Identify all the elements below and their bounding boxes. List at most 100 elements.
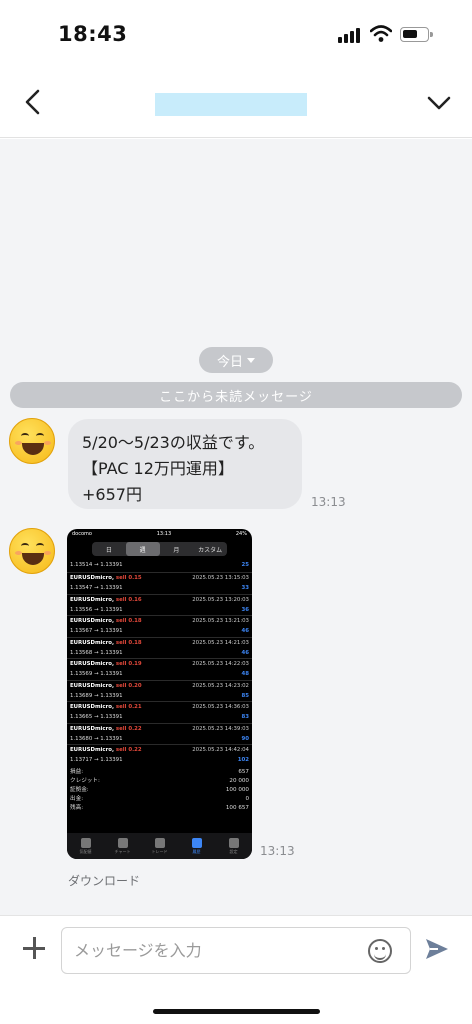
screenshot-status-bar: docomo 13:13 24%: [67, 529, 252, 539]
trade-side: sell 0.22: [115, 725, 142, 732]
chat-header: [0, 66, 472, 138]
trade-prices: 1.13665 → 1.13391: [70, 714, 123, 720]
message-list[interactable]: 今日 ここから未読メッセージ 5/20〜5/23の収益です。 【PAC 12万円…: [0, 139, 472, 915]
screenshot-carrier: docomo: [72, 531, 92, 537]
trade-side: sell 0.21: [115, 704, 142, 710]
message-bubble[interactable]: 5/20〜5/23の収益です。 【PAC 12万円運用】 +657円: [68, 419, 302, 509]
cellular-signal-icon: [338, 28, 364, 43]
image-attachment[interactable]: docomo 13:13 24% 日 週 月 カスタム 1.13514 → 1.…: [67, 529, 252, 859]
screenshot-tab-label: 履歴: [192, 848, 201, 854]
trade-profit: 48: [241, 671, 249, 677]
summary-row: クレジット: 20 000: [70, 777, 249, 786]
tab-icon: [228, 837, 239, 848]
wifi-icon: [370, 25, 392, 42]
trade-datetime: 2025.05.23 14:42:04: [192, 747, 249, 753]
trade-row: EURUSDmicro, sell 0.19 2025.05.23 14:22:0…: [67, 658, 252, 680]
message-field[interactable]: [61, 927, 411, 974]
screenshot-tab: トレード: [141, 833, 178, 859]
trade-side: sell 0.16: [115, 596, 142, 603]
screenshot-tab-label: トレード: [151, 848, 168, 854]
trade-prices: 1.13689 → 1.13391: [70, 692, 123, 699]
trade-profit: 90: [241, 735, 249, 742]
battery-icon: [400, 27, 433, 42]
trade-profit: 36: [241, 606, 249, 613]
tab-icon: [191, 837, 202, 848]
message-timestamp: 13:13: [260, 844, 295, 858]
trade-prices: 1.13514 → 1.13391: [70, 562, 123, 568]
message-line: 【PAC 12万円運用】: [82, 459, 234, 478]
download-link[interactable]: ダウンロード: [68, 872, 140, 889]
trade-profit: 83: [241, 714, 249, 720]
tab-icon: [154, 837, 165, 848]
summary-label: 出金:: [70, 795, 84, 802]
trade-prices: 1.13568 → 1.13391: [70, 649, 123, 656]
screenshot-tab: 履歴: [178, 833, 215, 859]
trade-symbol: EURUSDmicro,: [70, 704, 115, 710]
summary-label: 証拠金:: [70, 786, 89, 793]
trade-datetime: 2025.05.23 13:15:03: [192, 575, 249, 581]
trade-datetime: 2025.05.23 14:21:03: [192, 639, 249, 646]
trade-datetime: 2025.05.23 14:36:03: [192, 704, 249, 710]
trade-prices: 1.13569 → 1.13391: [70, 671, 123, 677]
chevron-left-icon[interactable]: [18, 86, 48, 118]
screenshot-tab-label: チャート: [114, 848, 131, 854]
date-chip[interactable]: 今日: [199, 347, 273, 373]
plus-icon[interactable]: [22, 936, 46, 960]
status-time: 18:43: [58, 22, 128, 46]
trade-datetime: 2025.05.23 14:39:03: [192, 725, 249, 732]
account-summary: 損益: 657 クレジット: 20 000 証拠金: 100 000 出金: 0 残高: 100 …: [67, 766, 252, 815]
trade-datetime: 2025.05.23 13:20:03: [192, 596, 249, 603]
trade-row: 1.13514 → 1.13391 25: [67, 560, 252, 572]
screenshot-tab: 設定: [215, 833, 252, 859]
trade-row: EURUSDmicro, sell 0.15 2025.05.23 13:15:0…: [67, 572, 252, 594]
trade-side: sell 0.18: [115, 639, 142, 646]
chevron-down-icon[interactable]: [424, 88, 454, 118]
trade-symbol: EURUSDmicro,: [70, 639, 115, 646]
summary-value: 657: [238, 768, 249, 775]
trade-prices: 1.13547 → 1.13391: [70, 585, 123, 591]
trade-side: sell 0.20: [115, 682, 142, 689]
trade-prices: 1.13567 → 1.13391: [70, 628, 123, 634]
trade-symbol: EURUSDmicro,: [70, 661, 115, 667]
sender-avatar[interactable]: [9, 528, 55, 574]
send-icon[interactable]: [424, 936, 450, 962]
screenshot-clock: 13:13: [156, 531, 172, 537]
trade-row: EURUSDmicro, sell 0.18 2025.05.23 13:21:0…: [67, 615, 252, 637]
trade-symbol: EURUSDmicro,: [70, 618, 115, 624]
sender-avatar[interactable]: [9, 418, 55, 464]
trade-datetime: 2025.05.23 13:21:03: [192, 618, 249, 624]
composer-bar: [0, 915, 472, 1024]
trade-symbol: EURUSDmicro,: [70, 725, 115, 732]
period-tab: 月: [173, 546, 180, 554]
summary-value: 20 000: [229, 777, 249, 784]
message-timestamp: 13:13: [311, 495, 346, 509]
trade-profit: 102: [237, 757, 249, 763]
period-tab: 日: [105, 546, 112, 554]
screenshot-tab-label: 設定: [229, 848, 238, 854]
summary-row: 証拠金: 100 000: [70, 786, 249, 795]
chat-title: [155, 93, 307, 116]
message-line: +657円: [82, 485, 142, 504]
trade-symbol: EURUSDmicro,: [70, 747, 115, 753]
emoji-icon[interactable]: [368, 939, 392, 963]
trade-symbol: EURUSDmicro,: [70, 596, 115, 603]
unread-divider: ここから未読メッセージ: [10, 382, 462, 408]
trade-side: sell 0.22: [115, 747, 142, 753]
trade-profit: 85: [241, 692, 249, 699]
trade-symbol: EURUSDmicro,: [70, 682, 115, 689]
tab-icon: [80, 837, 91, 848]
message-input[interactable]: [62, 928, 362, 973]
message-line: 5/20〜5/23の収益です。: [82, 433, 265, 452]
trade-symbol: EURUSDmicro,: [70, 575, 115, 581]
screenshot-battery: 24%: [235, 531, 247, 537]
trade-profit: 25: [241, 562, 249, 568]
summary-label: 残高:: [70, 804, 84, 811]
trade-profit: 33: [241, 585, 249, 591]
home-indicator: [153, 1009, 320, 1014]
summary-label: クレジット:: [70, 777, 100, 784]
period-segmented-control: 日 週 月 カスタム: [92, 542, 227, 556]
summary-row: 出金: 0: [70, 795, 249, 804]
trade-datetime: 2025.05.23 14:23:02: [192, 682, 249, 689]
trade-side: sell 0.18: [115, 618, 142, 624]
summary-value: 100 000: [225, 786, 249, 793]
